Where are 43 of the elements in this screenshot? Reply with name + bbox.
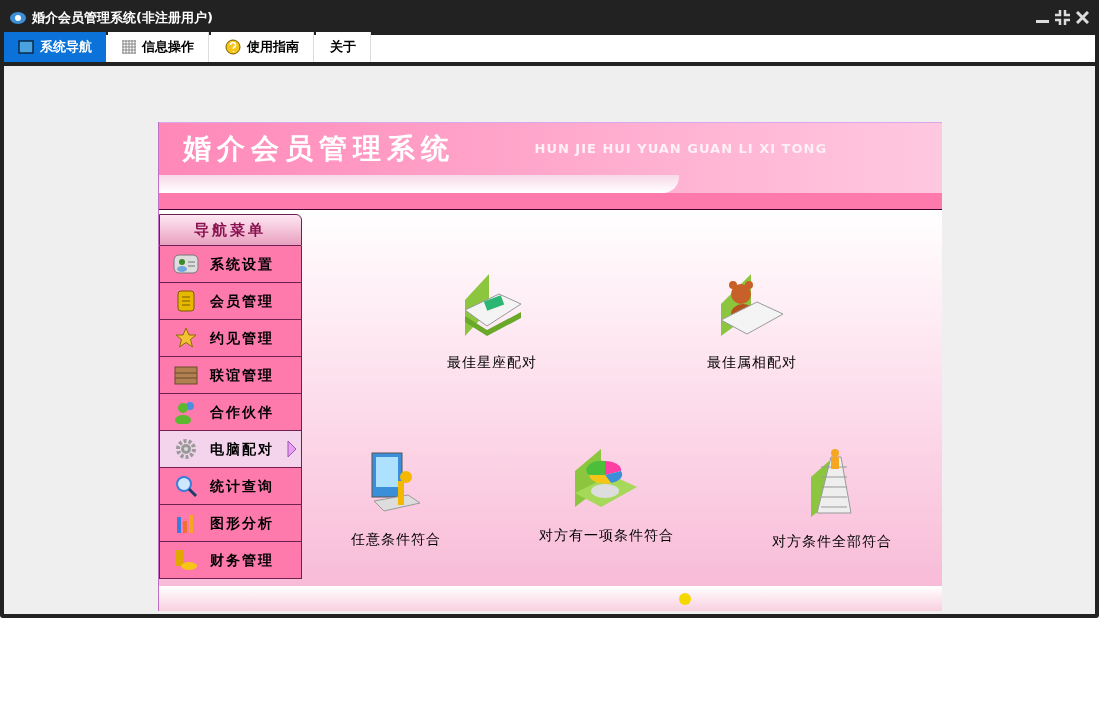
tab[interactable]: 信息操作 xyxy=(108,32,209,62)
star-icon xyxy=(173,326,198,350)
nav-menu-label: 系统设置 xyxy=(209,254,275,274)
nav-menu-label: 合作伙伴 xyxy=(209,402,275,422)
nav-menu-item[interactable]: 会员管理 xyxy=(158,283,302,320)
nav-menu-label: 统计查询 xyxy=(209,476,275,496)
nav-menu-label: 图形分析 xyxy=(209,513,275,533)
crate-icon xyxy=(172,364,199,386)
feature-link[interactable]: 对方条件全部符合 xyxy=(772,531,893,552)
close-icon[interactable] xyxy=(1076,11,1089,24)
nav-menu-item[interactable]: 联谊管理 xyxy=(158,357,302,394)
bulb-icon xyxy=(677,591,692,606)
grid-icon xyxy=(122,40,136,54)
nav-menu-label: 财务管理 xyxy=(209,550,275,570)
nav-menu-label: 电脑配对 xyxy=(209,439,275,459)
tab[interactable]: 使用指南 xyxy=(211,32,314,62)
nav-menu-item[interactable]: 财务管理 xyxy=(158,542,302,579)
document-icon xyxy=(174,289,197,313)
banner-title: 婚介会员管理系统 xyxy=(182,131,455,167)
nav-menu-title: 导航菜单 xyxy=(194,219,266,241)
feature-link[interactable]: 最佳属相配对 xyxy=(706,352,797,373)
tab[interactable]: 系统导航 xyxy=(4,32,106,62)
contact-card-icon xyxy=(172,253,199,275)
tab[interactable]: 关于 xyxy=(316,32,371,62)
nav-menu-label: 约见管理 xyxy=(209,328,275,348)
nav-menu-label: 会员管理 xyxy=(209,291,275,311)
monitor-icon xyxy=(18,40,34,54)
feature-link[interactable]: 任意条件符合 xyxy=(350,529,441,550)
nav-menu-item[interactable]: 约见管理 xyxy=(158,320,302,357)
search-icon xyxy=(173,474,198,498)
gear-icon xyxy=(173,437,198,461)
help-icon xyxy=(225,39,241,55)
nav-menu-item[interactable]: 合作伙伴 xyxy=(158,394,302,431)
nav-menu-item[interactable]: 统计查询 xyxy=(158,468,302,505)
feature-link[interactable]: 对方有一项条件符合 xyxy=(539,525,674,546)
restore-icon[interactable] xyxy=(1055,10,1070,25)
nav-menu-item[interactable]: 电脑配对 xyxy=(158,431,302,468)
window-title: 婚介会员管理系统(非注册用户) xyxy=(32,8,213,27)
nav-menu-item[interactable]: 系统设置 xyxy=(158,246,302,283)
caret-icon xyxy=(286,440,297,458)
nav-menu-label: 联谊管理 xyxy=(209,365,275,385)
nav-menu-item[interactable]: 图形分析 xyxy=(158,505,302,542)
feature-link[interactable]: 最佳星座配对 xyxy=(446,352,537,373)
